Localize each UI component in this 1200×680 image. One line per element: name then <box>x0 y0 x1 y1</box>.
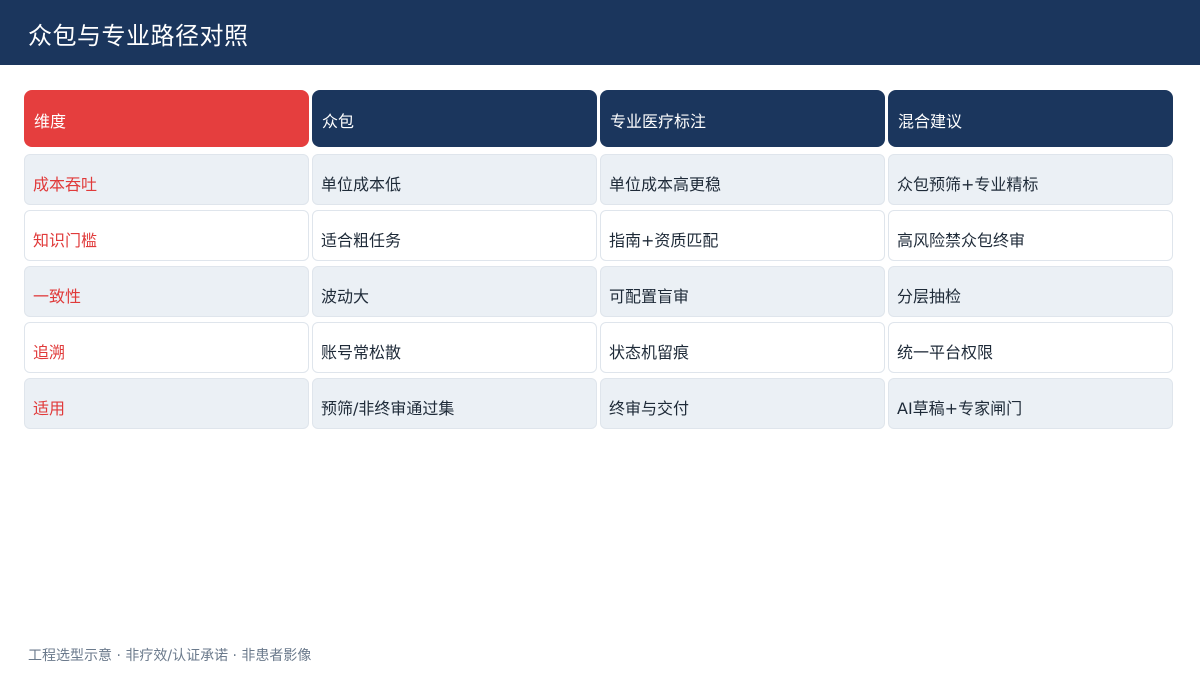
table-cell: 单位成本高更稳 <box>600 154 885 205</box>
column-header-hybrid: 混合建议 <box>888 90 1173 147</box>
row-dimension-label: 一致性 <box>24 266 309 317</box>
table-cell: 高风险禁众包终审 <box>888 210 1173 261</box>
table-cell: 可配置盲审 <box>600 266 885 317</box>
table-cell: 分层抽检 <box>888 266 1173 317</box>
table-cell: 适合粗任务 <box>312 210 597 261</box>
table-cell: 单位成本低 <box>312 154 597 205</box>
table-cell: 预筛/非终审通过集 <box>312 378 597 429</box>
footer-note: 工程选型示意 · 非疗效/认证承诺 · 非患者影像 <box>28 648 312 664</box>
column-header-crowdsourcing: 众包 <box>312 90 597 147</box>
table-cell: 账号常松散 <box>312 322 597 373</box>
row-dimension-label: 追溯 <box>24 322 309 373</box>
row-dimension-label: 适用 <box>24 378 309 429</box>
table-cell: 终审与交付 <box>600 378 885 429</box>
row-dimension-label: 成本吞吐 <box>24 154 309 205</box>
table-cell: AI草稿+专家闸门 <box>888 378 1173 429</box>
table-header-row: 维度 众包 专业医疗标注 混合建议 <box>24 90 1173 147</box>
table-row: 适用 预筛/非终审通过集 终审与交付 AI草稿+专家闸门 <box>24 378 1173 429</box>
table-cell: 状态机留痕 <box>600 322 885 373</box>
table-row: 知识门槛 适合粗任务 指南+资质匹配 高风险禁众包终审 <box>24 210 1173 261</box>
row-dimension-label: 知识门槛 <box>24 210 309 261</box>
table-cell: 众包预筛+专业精标 <box>888 154 1173 205</box>
table-row: 追溯 账号常松散 状态机留痕 统一平台权限 <box>24 322 1173 373</box>
table-row: 一致性 波动大 可配置盲审 分层抽检 <box>24 266 1173 317</box>
table-cell: 统一平台权限 <box>888 322 1173 373</box>
table-cell: 指南+资质匹配 <box>600 210 885 261</box>
column-header-dimension: 维度 <box>24 90 309 147</box>
comparison-table: 维度 众包 专业医疗标注 混合建议 成本吞吐 单位成本低 单位成本高更稳 众包预… <box>24 90 1173 434</box>
table-cell: 波动大 <box>312 266 597 317</box>
header-bar: 众包与专业路径对照 <box>0 0 1200 65</box>
table-row: 成本吞吐 单位成本低 单位成本高更稳 众包预筛+专业精标 <box>24 154 1173 205</box>
page-title: 众包与专业路径对照 <box>28 22 249 50</box>
column-header-professional: 专业医疗标注 <box>600 90 885 147</box>
